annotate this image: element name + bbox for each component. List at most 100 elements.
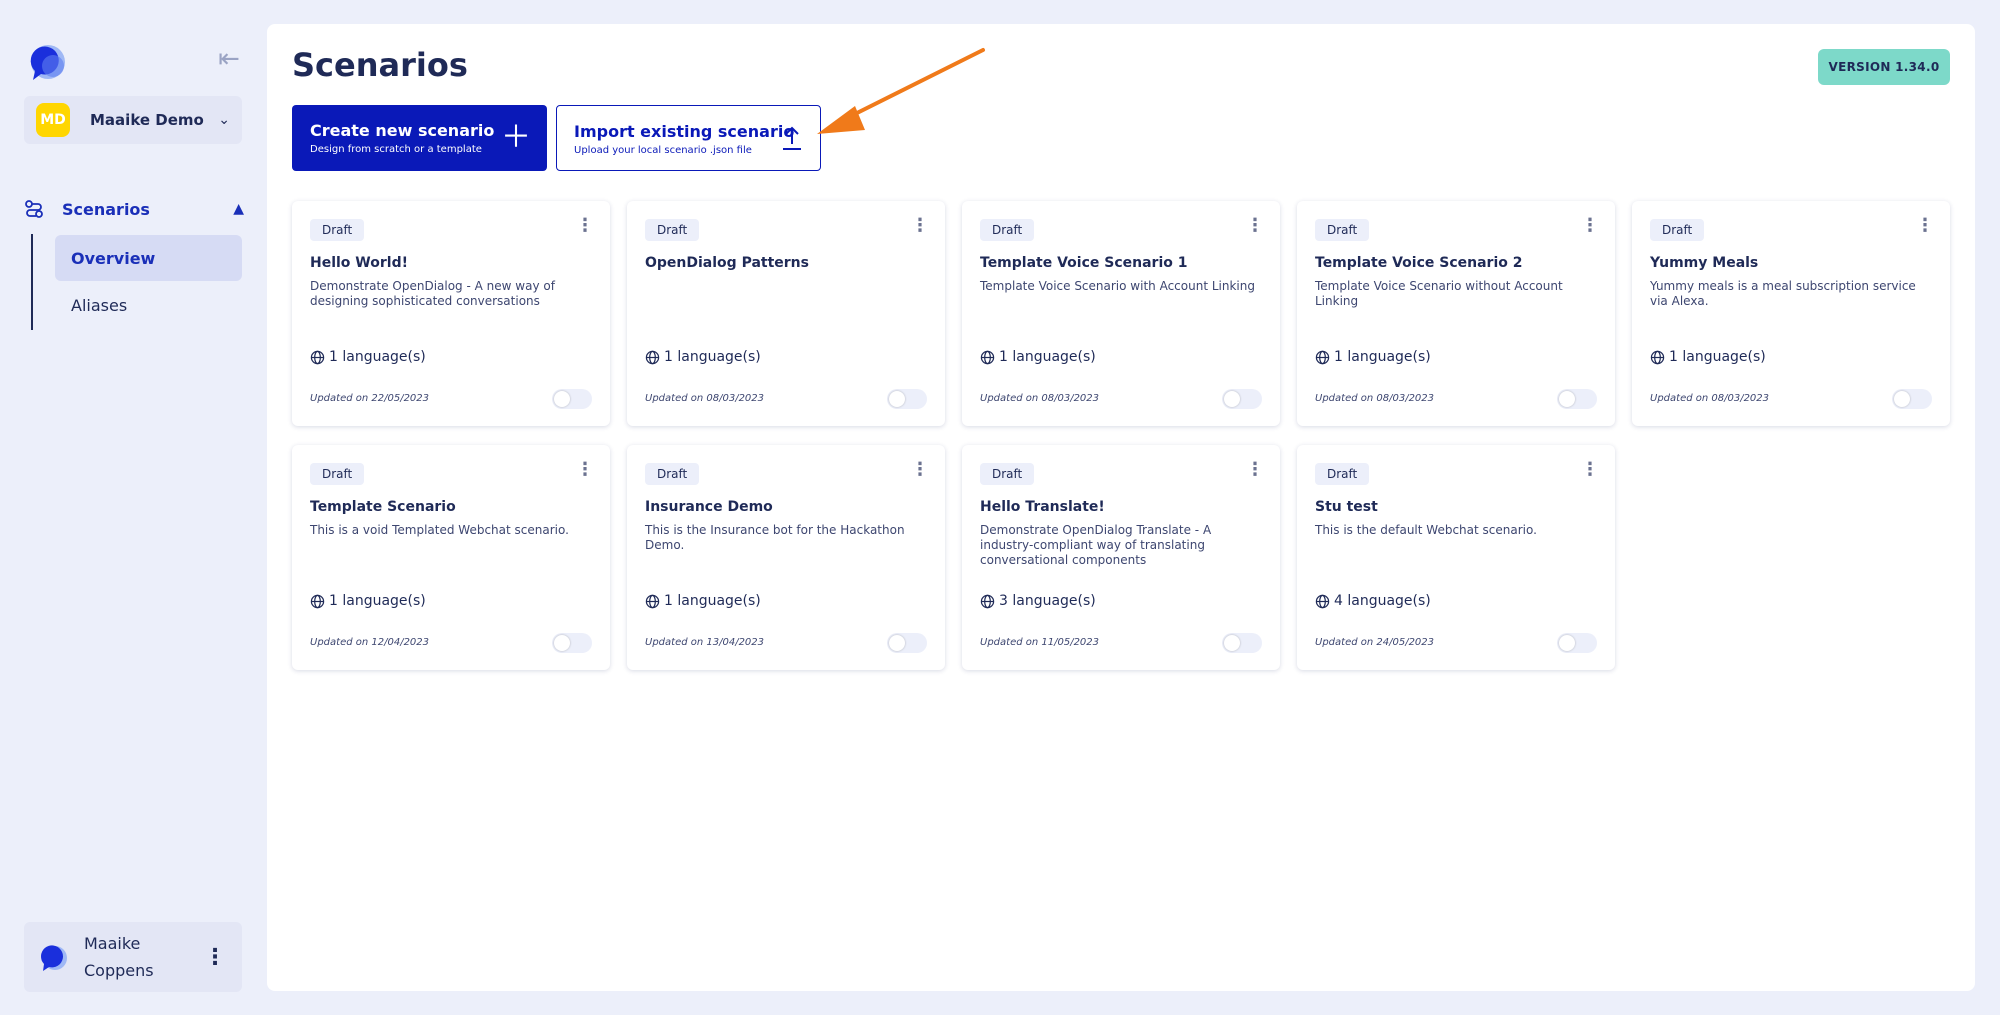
- globe-icon: [1315, 350, 1330, 364]
- card-languages-text: 3 language(s): [999, 593, 1096, 609]
- card-menu-kebab-icon[interactable]: ⋮: [1246, 217, 1264, 235]
- nav-section-scenarios[interactable]: Scenarios ▲: [24, 192, 244, 226]
- create-scenario-subtitle: Design from scratch or a template: [310, 144, 482, 155]
- page-title: Scenarios: [292, 46, 468, 84]
- card-languages-text: 1 language(s): [1669, 349, 1766, 365]
- workspace-selector[interactable]: MD Maaike Demo ⌄: [24, 96, 242, 144]
- card-toggle[interactable]: [1222, 633, 1262, 653]
- card-updated: Updated on 13/04/2023: [645, 637, 765, 648]
- status-badge: Draft: [1650, 219, 1705, 241]
- scenarios-icon: [25, 200, 43, 218]
- main-panel: Scenarios VERSION 1.34.0 Create new scen…: [267, 24, 1975, 991]
- status-badge: Draft: [645, 219, 700, 241]
- card-description: This is the default Webchat scenario.: [1315, 523, 1537, 537]
- card-toggle[interactable]: [1222, 389, 1262, 409]
- card-description: [645, 279, 927, 325]
- card-description: Demonstrate OpenDialog Translate - A ind…: [980, 523, 1212, 567]
- card-menu-kebab-icon[interactable]: ⋮: [1581, 217, 1599, 235]
- create-scenario-title: Create new scenario: [310, 121, 495, 140]
- import-scenario-subtitle: Upload your local scenario .json file: [574, 145, 752, 156]
- card-updated: Updated on 08/03/2023: [645, 393, 765, 404]
- globe-icon: [645, 350, 660, 364]
- card-menu-kebab-icon[interactable]: ⋮: [576, 461, 594, 479]
- status-badge: Draft: [645, 463, 700, 485]
- card-description: Demonstrate OpenDialog - A new way of de…: [310, 279, 555, 308]
- card-languages-text: 1 language(s): [1334, 349, 1431, 365]
- card-title: Hello World!: [310, 255, 408, 271]
- status-badge: Draft: [310, 219, 365, 241]
- globe-icon: [310, 350, 325, 364]
- scenario-card[interactable]: Draft ⋮ Hello Translate! Demonstrate Ope…: [962, 445, 1280, 670]
- status-badge: Draft: [1315, 219, 1370, 241]
- scenario-card[interactable]: Draft ⋮ OpenDialog Patterns 1 language(s…: [627, 201, 945, 426]
- scenario-card[interactable]: Draft ⋮ Stu test This is the default Web…: [1297, 445, 1615, 670]
- card-updated: Updated on 08/03/2023: [1650, 393, 1770, 404]
- card-menu-kebab-icon[interactable]: ⋮: [1916, 217, 1934, 235]
- card-description: This is the Insurance bot for the Hackat…: [645, 523, 905, 552]
- card-languages-text: 4 language(s): [1334, 593, 1431, 609]
- card-menu-kebab-icon[interactable]: ⋮: [911, 461, 929, 479]
- user-profile: Maaike Coppens ⋮: [24, 922, 242, 992]
- card-languages: 1 language(s): [1650, 349, 1766, 365]
- opendialog-logo-icon[interactable]: [23, 38, 69, 84]
- card-title: Yummy Meals: [1650, 255, 1759, 271]
- card-title: Hello Translate!: [980, 499, 1105, 515]
- card-menu-kebab-icon[interactable]: ⋮: [576, 217, 594, 235]
- chevron-up-icon[interactable]: ▲: [233, 201, 244, 217]
- card-toggle[interactable]: [1557, 389, 1597, 409]
- card-description: Template Voice Scenario without Account …: [1315, 279, 1563, 308]
- card-toggle[interactable]: [552, 633, 592, 653]
- card-title: OpenDialog Patterns: [645, 255, 809, 271]
- card-description: This is a void Templated Webchat scenari…: [310, 523, 569, 537]
- annotation-arrow-icon: [817, 48, 985, 134]
- status-badge: Draft: [980, 219, 1035, 241]
- collapse-sidebar-icon[interactable]: ⇤: [214, 44, 244, 74]
- nav-tree-line: [31, 234, 33, 330]
- card-toggle[interactable]: [1892, 389, 1932, 409]
- card-languages: 1 language(s): [980, 349, 1096, 365]
- card-menu-kebab-icon[interactable]: ⋮: [1581, 461, 1599, 479]
- card-title: Template Voice Scenario 1: [980, 255, 1188, 271]
- card-languages-text: 1 language(s): [664, 593, 761, 609]
- card-toggle[interactable]: [887, 633, 927, 653]
- workspace-avatar: MD: [36, 103, 70, 137]
- card-menu-kebab-icon[interactable]: ⋮: [911, 217, 929, 235]
- scenario-card[interactable]: Draft ⋮ Template Voice Scenario 1 Templa…: [962, 201, 1280, 426]
- card-updated: Updated on 08/03/2023: [980, 393, 1100, 404]
- card-languages: 1 language(s): [310, 593, 426, 609]
- globe-icon: [1650, 350, 1665, 364]
- version-badge: VERSION 1.34.0: [1818, 49, 1950, 85]
- scenario-card[interactable]: Draft ⋮ Template Scenario This is a void…: [292, 445, 610, 670]
- scenario-card[interactable]: Draft ⋮ Yummy Meals Yummy meals is a mea…: [1632, 201, 1950, 426]
- card-toggle[interactable]: [552, 389, 592, 409]
- sidebar-item-aliases[interactable]: Aliases: [55, 282, 242, 328]
- card-languages: 1 language(s): [645, 593, 761, 609]
- user-avatar-icon: [40, 945, 67, 971]
- scenario-card[interactable]: Draft ⋮ Template Voice Scenario 2 Templa…: [1297, 201, 1615, 426]
- import-scenario-button[interactable]: Import existing scenario Upload your loc…: [556, 105, 821, 171]
- user-menu-kebab-icon[interactable]: ⋮: [200, 945, 230, 970]
- card-toggle[interactable]: [887, 389, 927, 409]
- user-name: Maaike Coppens: [84, 930, 200, 984]
- import-scenario-title: Import existing scenario: [574, 122, 795, 141]
- card-updated: Updated on 22/05/2023: [310, 393, 430, 404]
- chevron-down-icon: ⌄: [218, 112, 230, 128]
- card-languages: 1 language(s): [310, 349, 426, 365]
- card-toggle[interactable]: [1557, 633, 1597, 653]
- card-title: Insurance Demo: [645, 499, 773, 515]
- globe-icon: [1315, 594, 1330, 608]
- create-scenario-button[interactable]: Create new scenario Design from scratch …: [292, 105, 547, 171]
- card-languages: 4 language(s): [1315, 593, 1431, 609]
- globe-icon: [980, 350, 995, 364]
- user-first-name: Maaike: [84, 934, 141, 953]
- sidebar-item-overview[interactable]: Overview: [55, 235, 242, 281]
- card-menu-kebab-icon[interactable]: ⋮: [1246, 461, 1264, 479]
- plus-icon: ＋: [501, 120, 531, 155]
- workspace-name: Maaike Demo: [90, 111, 204, 129]
- card-updated: Updated on 24/05/2023: [1315, 637, 1435, 648]
- globe-icon: [310, 594, 325, 608]
- status-badge: Draft: [310, 463, 365, 485]
- scenario-card[interactable]: Draft ⋮ Hello World! Demonstrate OpenDia…: [292, 201, 610, 426]
- card-languages-text: 1 language(s): [329, 349, 426, 365]
- scenario-card[interactable]: Draft ⋮ Insurance Demo This is the Insur…: [627, 445, 945, 670]
